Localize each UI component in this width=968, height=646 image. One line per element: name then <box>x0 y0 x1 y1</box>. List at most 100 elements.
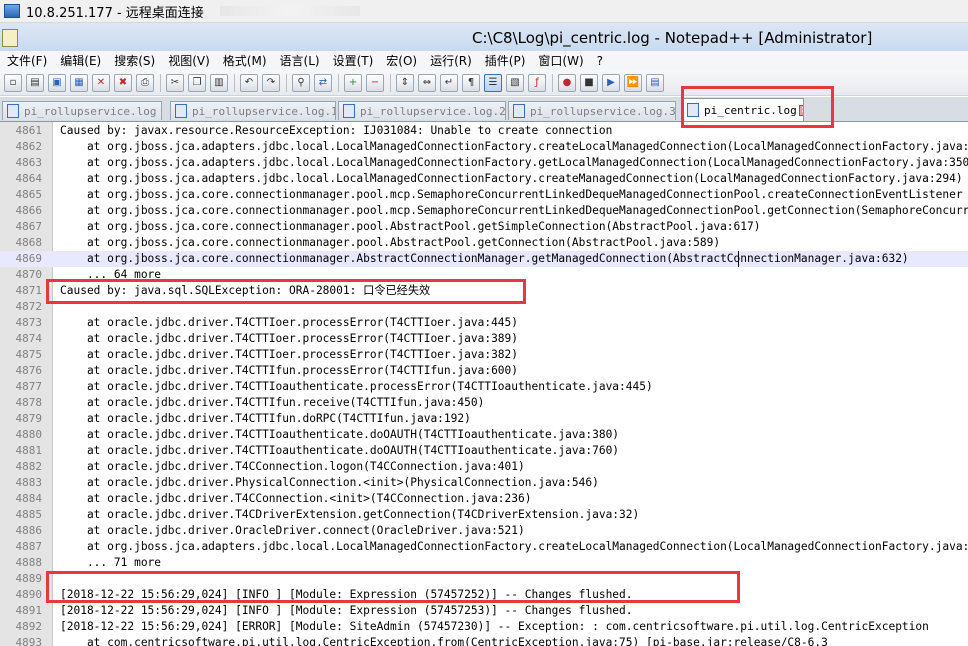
editor-line[interactable]: 4873 at oracle.jdbc.driver.T4CTTIoer.pro… <box>0 315 968 331</box>
play-multiple-button[interactable]: ⏩ <box>624 73 642 92</box>
menu-language[interactable]: 语言(L) <box>273 52 326 69</box>
editor-line[interactable]: 4893 at com.centricsoftware.pi.util.log.… <box>0 635 968 646</box>
editor-line[interactable]: 4861 Caused by: javax.resource.ResourceEx… <box>0 123 968 139</box>
menu-file[interactable]: 文件(F) <box>0 52 53 69</box>
all-chars-button[interactable]: ¶ <box>462 73 480 92</box>
new-button[interactable]: ▫ <box>4 73 22 92</box>
tab-5[interactable]: pi_centric.log× <box>682 98 804 121</box>
editor-line[interactable]: 4864 at org.jboss.jca.adapters.jdbc.loca… <box>0 171 968 187</box>
menu-run[interactable]: 运行(R) <box>423 52 478 69</box>
menu-edit[interactable]: 编辑(E) <box>53 52 107 69</box>
tab-2[interactable]: pi_rollupservice.log.1 <box>170 101 336 120</box>
editor-line[interactable]: 4879 at oracle.jdbc.driver.T4CTTIfun.doR… <box>0 411 968 427</box>
zoom-out-button[interactable]: − <box>366 73 384 92</box>
editor-line[interactable]: 4869 at org.jboss.jca.core.connectionman… <box>0 251 968 267</box>
sync-h-button[interactable]: ⇔ <box>418 73 436 92</box>
editor-line[interactable]: 4878 at oracle.jdbc.driver.T4CTTIfun.rec… <box>0 395 968 411</box>
line-text: at oracle.jdbc.driver.T4CDriverExtension… <box>60 508 640 521</box>
indent-guide-button[interactable]: ☰ <box>484 73 502 92</box>
show-all-characters-icon: ¶ <box>467 76 475 88</box>
tab-close-icon[interactable]: × <box>798 104 803 116</box>
play-macro-button[interactable]: ▶ <box>602 73 620 92</box>
save-macro-button[interactable]: ▤ <box>646 73 664 92</box>
editor-line[interactable]: 4880 at oracle.jdbc.driver.T4CTTIoauthen… <box>0 427 968 443</box>
find-button[interactable]: ⚲ <box>292 73 310 92</box>
editor-line[interactable]: 4866 at org.jboss.jca.core.connectionman… <box>0 203 968 219</box>
editor[interactable]: 4861 Caused by: javax.resource.ResourceEx… <box>0 122 968 646</box>
editor-line[interactable]: 4865 at org.jboss.jca.core.connectionman… <box>0 187 968 203</box>
editor-line[interactable]: 4875 at oracle.jdbc.driver.T4CTTIoer.pro… <box>0 347 968 363</box>
line-text: at org.jboss.jca.core.connectionmanager.… <box>60 204 968 217</box>
editor-line[interactable]: 4882 at oracle.jdbc.driver.T4CConnection… <box>0 459 968 475</box>
undo-button[interactable]: ↶ <box>240 73 258 92</box>
editor-line[interactable]: 4870 ... 64 more <box>0 267 968 283</box>
zoom-in-button[interactable]: + <box>344 73 362 92</box>
print-icon: ⎙ <box>141 76 149 88</box>
line-text: at oracle.jdbc.driver.T4CConnection.logo… <box>60 460 525 473</box>
editor-line[interactable]: 4885 at oracle.jdbc.driver.T4CDriverExte… <box>0 507 968 523</box>
save-button[interactable]: ▣ <box>48 73 66 92</box>
redo-button[interactable]: ↷ <box>262 73 280 92</box>
editor-line[interactable]: 4883 at oracle.jdbc.driver.PhysicalConne… <box>0 475 968 491</box>
line-number: 4888 <box>15 556 43 569</box>
editor-line[interactable]: 4863 at org.jboss.jca.adapters.jdbc.loca… <box>0 155 968 171</box>
open-folder-icon: ▤ <box>30 76 40 88</box>
record-macro-button[interactable]: ● <box>558 73 576 92</box>
menu-search[interactable]: 搜索(S) <box>107 52 161 69</box>
close-button[interactable]: ✕ <box>92 73 110 92</box>
editor-line[interactable]: 4877 at oracle.jdbc.driver.T4CTTIoauthen… <box>0 379 968 395</box>
open-button[interactable]: ▤ <box>26 73 44 92</box>
tab-3[interactable]: pi_rollupservice.log.2 <box>338 101 506 120</box>
function-list-icon: ƒ <box>535 76 539 88</box>
editor-line[interactable]: 4886 at oracle.jdbc.driver.OracleDriver.… <box>0 523 968 539</box>
editor-line[interactable]: 4890 [2018-12-22 15:56:29,024] [INFO ] [M… <box>0 587 968 603</box>
function-list-button[interactable]: ƒ <box>528 73 546 92</box>
line-text: [2018-12-22 15:56:29,024] [ERROR] [Modul… <box>60 620 929 633</box>
editor-line[interactable]: 4871 Caused by: java.sql.SQLException: OR… <box>0 283 968 299</box>
menu-format[interactable]: 格式(M) <box>216 52 273 69</box>
close-all-icon: ✖ <box>118 76 128 88</box>
editor-line[interactable]: 4868 at org.jboss.jca.core.connectionman… <box>0 235 968 251</box>
editor-line[interactable]: 4884 at oracle.jdbc.driver.T4CConnection… <box>0 491 968 507</box>
replace-button[interactable]: ⇄ <box>314 73 332 92</box>
tab-1[interactable]: pi_rollupservice.log <box>2 101 162 120</box>
editor-line[interactable]: 4874 at oracle.jdbc.driver.T4CTTIoer.pro… <box>0 331 968 347</box>
save-all-button[interactable]: ▦ <box>70 73 88 92</box>
sync-v-button[interactable]: ⇕ <box>396 73 414 92</box>
editor-line[interactable]: 4872 <box>0 299 968 315</box>
tab-4[interactable]: pi_rollupservice.log.3 <box>508 101 676 120</box>
editor-line[interactable]: 4862 at org.jboss.jca.adapters.jdbc.loca… <box>0 139 968 155</box>
menu-macro[interactable]: 宏(O) <box>379 52 423 69</box>
indent-guide-icon: ☰ <box>488 76 498 88</box>
menu-settings[interactable]: 设置(T) <box>326 52 380 69</box>
menu-plugins[interactable]: 插件(P) <box>478 52 532 69</box>
sync-horizontal-icon: ⇔ <box>422 76 432 88</box>
editor-line[interactable]: 4876 at oracle.jdbc.driver.T4CTTIfun.pro… <box>0 363 968 379</box>
word-wrap-button[interactable]: ↵ <box>440 73 458 92</box>
menu-help[interactable]: ? <box>590 54 609 68</box>
editor-line[interactable]: 4892 [2018-12-22 15:56:29,024] [ERROR] [M… <box>0 619 968 635</box>
editor-line[interactable]: 4881 at oracle.jdbc.driver.T4CTTIoauthen… <box>0 443 968 459</box>
copy-button[interactable]: ❐ <box>188 73 206 92</box>
window-title-bar[interactable]: C:\C8\Log\pi_centric.log - Notepad++ [Ad… <box>0 23 968 52</box>
line-text: [2018-12-22 15:56:29,024] [INFO ] [Modul… <box>60 604 633 617</box>
editor-line[interactable]: 4888 ... 71 more <box>0 555 968 571</box>
line-number: 4861 <box>15 124 43 137</box>
line-number: 4870 <box>15 268 43 281</box>
cut-button[interactable]: ✂ <box>166 73 184 92</box>
editor-line[interactable]: 4891 [2018-12-22 15:56:29,024] [INFO ] [M… <box>0 603 968 619</box>
line-text: at org.jboss.jca.core.connectionmanager.… <box>60 220 761 233</box>
doc-map-button[interactable]: ▧ <box>506 73 524 92</box>
menu-view[interactable]: 视图(V) <box>161 52 216 69</box>
line-number: 4892 <box>15 620 43 633</box>
toolbar: ▫ ▤ ▣ ▦ ✕ ✖ ⎙ ✂ ❐ ▥ ↶ ↷ ⚲ ⇄ + − ⇕ ⇔ ↵ ¶ ☰ ▧ ƒ ● ■ ▶ ⏩ ▤ <box>0 70 968 96</box>
editor-line[interactable]: 4867 at org.jboss.jca.core.connectionman… <box>0 219 968 235</box>
line-number: 4889 <box>15 572 43 585</box>
paste-button[interactable]: ▥ <box>210 73 228 92</box>
editor-line[interactable]: 4889 <box>0 571 968 587</box>
stop-record-button[interactable]: ■ <box>580 73 598 92</box>
close-all-button[interactable]: ✖ <box>114 73 132 92</box>
print-button[interactable]: ⎙ <box>136 73 154 92</box>
menu-window[interactable]: 窗口(W) <box>531 52 589 69</box>
editor-line[interactable]: 4887 at org.jboss.jca.adapters.jdbc.loca… <box>0 539 968 555</box>
